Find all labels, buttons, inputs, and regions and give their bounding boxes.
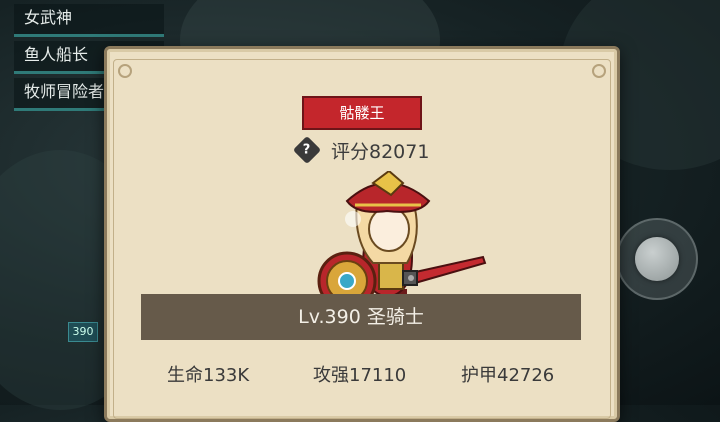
rating-score: 评分82071	[331, 140, 430, 163]
stats-row: 生命133K 攻强17110 护甲42726	[107, 361, 617, 386]
paladin-sprite	[317, 171, 487, 311]
boss-name-tag: 骷髅王	[302, 96, 422, 130]
virtual-joystick[interactable]	[616, 218, 698, 300]
character-card: 骷髅王 ? 评分82071 Lv.390 圣骑士 生命133K 攻强17110 …	[104, 46, 620, 422]
corner-ornament	[592, 64, 606, 78]
stat-attack: 攻强17110	[313, 365, 407, 386]
corner-ornament	[118, 64, 132, 78]
question-diamond-icon[interactable]: ?	[292, 135, 322, 165]
party-member-valkyrie[interactable]: 女武神	[14, 4, 164, 37]
unit-level-tag: 390	[68, 322, 98, 342]
stat-armor: 护甲42726	[461, 365, 555, 386]
rating-row: ? 评分82071	[292, 135, 430, 165]
stat-hp: 生命133K	[167, 365, 250, 386]
level-class-bar: Lv.390 圣骑士	[141, 294, 581, 340]
joystick-knob[interactable]	[635, 237, 679, 281]
